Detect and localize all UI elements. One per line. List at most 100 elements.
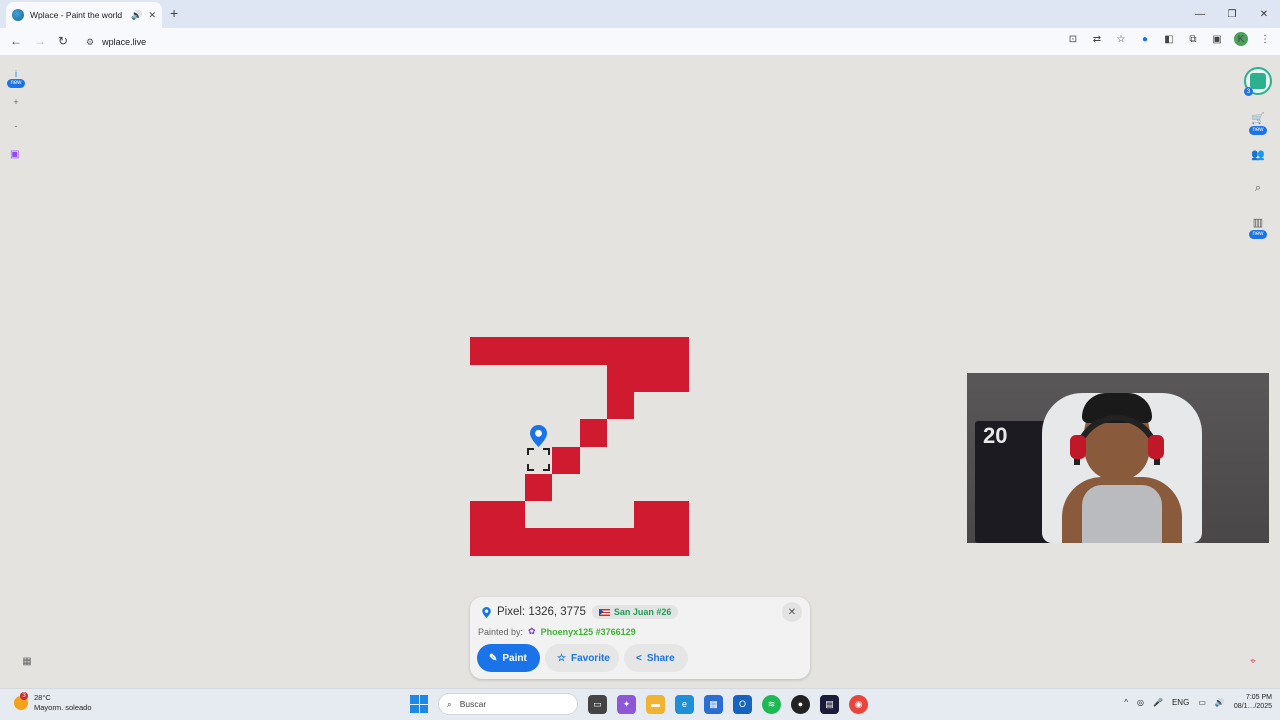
extension-icon[interactable]: ◧ — [1162, 34, 1176, 45]
info-icon: i — [15, 69, 17, 79]
locate-me-icon[interactable]: ⌖ — [1242, 650, 1264, 672]
tray-chevron-icon[interactable]: ^ — [1124, 698, 1128, 707]
card-actions: ✎ Paint ☆ Favorite < Share — [477, 644, 688, 672]
close-tab-icon[interactable]: ✕ — [148, 10, 156, 21]
copilot-icon[interactable]: ✦ — [617, 694, 636, 714]
pixel-info-card: Pixel: 1326, 3775 San Juan #26 ✕ Painted… — [470, 597, 810, 679]
url-text: wplace.live — [102, 37, 147, 47]
network-icon[interactable]: ▭ — [1198, 698, 1206, 707]
browser-tab[interactable]: Wplace - Paint the world 🔊 ✕ — [6, 2, 162, 28]
pixel-block — [470, 501, 525, 528]
windows-taskbar: 3 28°C Mayorm. soleado ⌕ Buscar ▭ ✦ ▬ e … — [0, 688, 1280, 720]
site-info-icon[interactable]: ⚙ — [86, 37, 94, 48]
extension-g-icon[interactable]: ● — [1138, 34, 1152, 45]
spotify-icon[interactable]: ≋ — [762, 694, 781, 714]
painter-avatar-icon: ✿ — [528, 626, 536, 636]
region-chip[interactable]: San Juan #26 — [591, 605, 679, 619]
bar-chart-icon: ▥ — [1252, 217, 1264, 229]
tray-app-icon[interactable]: ◎ — [1137, 698, 1144, 707]
window-controls: — ❐ ✕ — [1184, 0, 1280, 28]
forward-icon[interactable]: → — [34, 34, 46, 48]
favorite-label: Favorite — [570, 652, 610, 664]
cart-icon: 🛒 — [1251, 113, 1265, 125]
twitch-icon[interactable]: ▣ — [10, 149, 22, 161]
paint-label: Paint — [502, 652, 527, 664]
tab-strip: Wplace - Paint the world 🔊 ✕ + — ❐ ✕ — [0, 0, 1280, 28]
globe-favicon-icon — [12, 9, 24, 21]
clock[interactable]: 7:05 PM 08/1…/2025 — [1234, 693, 1272, 711]
restore-icon[interactable]: ❐ — [1216, 0, 1248, 28]
pixel-selection-icon — [527, 448, 550, 471]
toolbar-icons: ⊡ ⇄ ☆ ● ◧ ⧉ ▣ K ⋮ — [1066, 32, 1272, 46]
pixel-block — [470, 337, 689, 365]
pixel-block — [607, 365, 689, 392]
address-bar[interactable]: ⚙ wplace.live — [80, 31, 1100, 53]
clock-date: 08/1…/2025 — [1233, 703, 1272, 710]
share-label: Share — [646, 652, 675, 664]
pixel-block — [470, 528, 689, 556]
pixel-coordinates: Pixel: 1326, 3775 — [497, 606, 586, 618]
alliance-button[interactable]: 👥 — [1248, 148, 1268, 161]
menu-kebab-icon[interactable]: ⋮ — [1258, 34, 1272, 45]
language-indicator[interactable]: ENG — [1172, 698, 1189, 707]
speaker-icon[interactable]: 🔊 — [131, 10, 142, 21]
browser-toolbar: ← → ↻ ⚙ wplace.live ⊡ ⇄ ☆ ● ◧ ⧉ ▣ K ⋮ — [0, 28, 1280, 56]
bookmark-star-icon[interactable]: ☆ — [1114, 34, 1128, 45]
favorite-button[interactable]: ☆ Favorite — [545, 644, 619, 672]
zoom-in-icon: + — [13, 97, 19, 107]
chrome-icon[interactable]: ◉ — [849, 694, 868, 714]
wplace-logo-icon — [1250, 73, 1266, 89]
streamer-image — [1062, 393, 1182, 543]
share-button[interactable]: < Share — [624, 644, 688, 672]
info-button[interactable]: i new — [6, 69, 26, 88]
leaderboard-button[interactable]: ▥ new — [1248, 216, 1268, 239]
translate-icon[interactable]: ⇄ — [1090, 34, 1104, 45]
store-button[interactable]: 🛒 new — [1248, 112, 1268, 135]
sun-icon: 3 — [14, 692, 28, 710]
taskbar-search[interactable]: ⌕ Buscar — [438, 693, 578, 715]
close-card-button[interactable]: ✕ — [782, 602, 802, 622]
painted-by-label: Painted by: — [478, 626, 524, 637]
system-tray: ^ ◎ 🎤 ENG ▭ 🔊 7:05 PM 08/1…/2025 — [1124, 693, 1272, 711]
edge-icon[interactable]: e — [675, 694, 694, 714]
paint-button[interactable]: ✎ Paint — [477, 644, 540, 672]
group-icon: 👥 — [1251, 149, 1265, 161]
close-window-icon[interactable]: ✕ — [1248, 0, 1280, 28]
side-panel-icon[interactable]: ▣ — [1210, 34, 1224, 45]
profile-avatar[interactable]: K — [1234, 32, 1248, 46]
user-avatar-button[interactable]: 3 — [1244, 67, 1272, 96]
task-view-icon[interactable]: ▭ — [588, 694, 607, 714]
obs-icon[interactable]: ● — [791, 694, 810, 714]
search-location-button[interactable]: ⌕ — [1248, 182, 1268, 195]
app-icon[interactable]: ▤ — [820, 694, 839, 714]
painter-name[interactable]: Phoenyx125 #3766129 — [541, 627, 636, 637]
search-globe-icon: ⌕ — [1254, 182, 1262, 194]
install-app-icon[interactable]: ⊡ — [1066, 34, 1080, 45]
zoom-out-button[interactable]: - — [6, 121, 26, 131]
weather-desc: Mayorm. soleado — [34, 703, 92, 712]
outlook-icon[interactable]: O — [733, 694, 752, 714]
new-badge: new — [7, 79, 25, 88]
calculator-icon[interactable]: ▦ — [16, 650, 38, 672]
pixel-block — [580, 419, 607, 447]
weather-temp: 28°C — [34, 693, 51, 702]
zoom-in-button[interactable]: + — [6, 97, 26, 107]
weather-widget[interactable]: 3 28°C Mayorm. soleado — [14, 692, 92, 713]
leaderboard-new-badge: new — [1249, 230, 1267, 239]
file-explorer-icon[interactable]: ▬ — [646, 694, 665, 714]
share-icon: < — [636, 652, 642, 664]
taskbar-apps: ⌕ Buscar ▭ ✦ ▬ e ▦ O ≋ ● ▤ ◉ — [410, 693, 868, 715]
search-icon: ⌕ — [447, 698, 452, 709]
volume-icon[interactable]: 🔊 — [1215, 698, 1225, 707]
extensions-puzzle-icon[interactable]: ⧉ — [1186, 34, 1200, 45]
pixel-block — [525, 474, 552, 501]
reload-icon[interactable]: ↻ — [58, 34, 68, 48]
back-icon[interactable]: ← — [10, 34, 22, 48]
new-tab-button[interactable]: + — [170, 5, 178, 21]
mic-icon[interactable]: 🎤 — [1153, 698, 1163, 707]
windows-start-icon[interactable] — [410, 695, 428, 713]
minimize-icon[interactable]: — — [1184, 0, 1216, 28]
store-icon[interactable]: ▦ — [704, 694, 723, 714]
pixel-block — [607, 392, 634, 419]
avatar-count-badge: 3 — [1244, 87, 1253, 96]
